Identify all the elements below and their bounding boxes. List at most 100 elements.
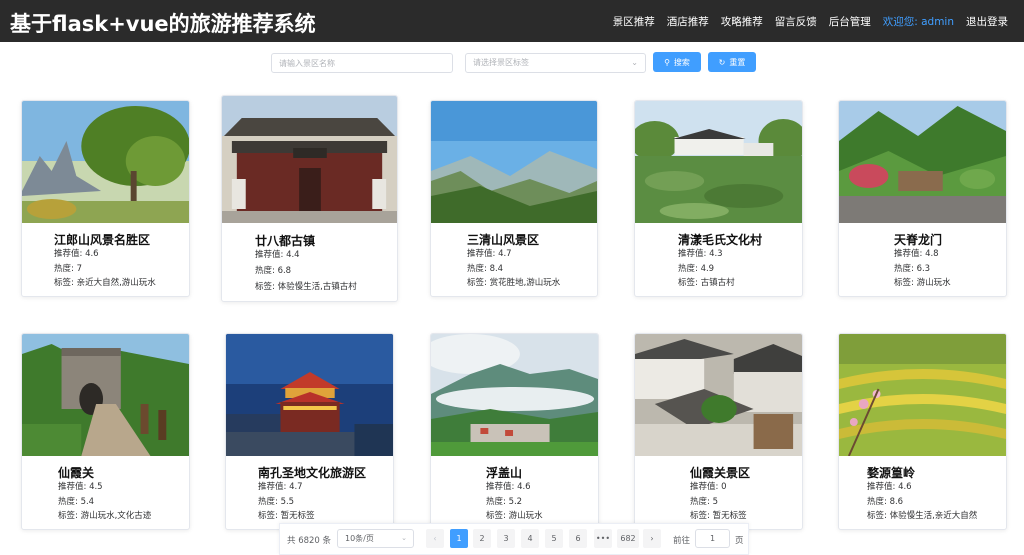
- refresh-icon: ↻: [718, 57, 726, 67]
- scenic-card[interactable]: 清漾毛氏文化村 推荐值: 4.3 热度: 4.9 标签: 古镇古村: [634, 100, 803, 297]
- search-icon: ⚲: [664, 57, 670, 67]
- reset-button-label: 重置: [729, 57, 746, 67]
- search-button-label: 搜索: [673, 57, 690, 67]
- scenic-rating: 推荐值: 4.8: [894, 249, 939, 259]
- nav-hotel[interactable]: 酒店推荐: [667, 14, 709, 29]
- pagination-total: 共 6820 条: [287, 536, 332, 546]
- scenic-card[interactable]: 婺源篁岭 推荐值: 4.6 热度: 8.6 标签: 体验慢生活,亲近大自然: [838, 333, 1007, 530]
- scenic-heat: 热度: 5: [690, 497, 718, 507]
- scenic-heat: 热度: 5.5: [258, 497, 295, 507]
- scenic-heat: 热度: 4.9: [678, 264, 715, 274]
- page-3[interactable]: 3: [497, 529, 515, 548]
- scenic-tags: 标签: 古镇古村: [678, 278, 735, 288]
- scenic-tags: 标签: 亲近大自然,游山玩水: [54, 278, 156, 288]
- scenic-rating: 推荐值: 4.4: [255, 250, 300, 260]
- scenic-name: 天脊龙门: [894, 233, 943, 247]
- scenic-heat: 热度: 6.3: [894, 264, 931, 274]
- scenic-heat: 热度: 8.6: [867, 497, 904, 507]
- nav-feedback[interactable]: 留言反馈: [775, 14, 817, 29]
- scenic-tags: 标签: 体验慢生活,古镇古村: [255, 282, 357, 292]
- scenic-name: 南孔圣地文化旅游区: [258, 466, 367, 480]
- scenic-rating: 推荐值: 4.6: [867, 482, 912, 492]
- scenic-heat: 热度: 6.8: [255, 266, 292, 276]
- scenic-name: 浮盖山: [486, 466, 523, 480]
- scenic-photo: [635, 334, 802, 456]
- page-ellipsis[interactable]: •••: [594, 529, 612, 548]
- scenic-photo: [839, 334, 1006, 456]
- scenic-tags: 标签: 游山玩水,文化古迹: [58, 511, 152, 521]
- scenic-tags: 标签: 暂无标签: [690, 511, 747, 521]
- scenic-heat: 热度: 7: [54, 264, 82, 274]
- page-jump-input[interactable]: 1: [695, 529, 730, 548]
- scenic-name: 清漾毛氏文化村: [678, 233, 763, 247]
- scenic-rating: 推荐值: 0: [690, 482, 727, 492]
- scenic-photo: [839, 101, 1006, 223]
- search-button[interactable]: ⚲ 搜索: [653, 52, 701, 72]
- goto-label: 前往: [673, 536, 691, 546]
- scenic-name: 江郎山风景名胜区: [54, 233, 151, 247]
- scenic-tags: 标签: 游山玩水: [486, 511, 543, 521]
- prev-page-button[interactable]: ‹: [426, 529, 444, 548]
- main-nav: 景区推荐 酒店推荐 攻略推荐 留言反馈 后台管理 欢迎您: admin 退出登录: [601, 0, 1008, 42]
- scenic-card[interactable]: 仙霞关景区 推荐值: 0 热度: 5 标签: 暂无标签: [634, 333, 803, 530]
- chevron-down-icon: ⌄: [631, 58, 638, 67]
- search-bar: 请选择景区标签 ⌄ ⚲ 搜索 ↻ 重置: [0, 52, 1024, 73]
- page-unit-label: 页: [735, 536, 744, 546]
- page-5[interactable]: 5: [545, 529, 563, 548]
- logout-link[interactable]: 退出登录: [966, 14, 1008, 29]
- scenic-photo: [22, 101, 189, 223]
- scenic-tags: 标签: 体验慢生活,亲近大自然: [867, 511, 978, 521]
- chevron-left-icon: ‹: [433, 534, 437, 543]
- scenic-heat: 热度: 8.4: [467, 264, 504, 274]
- scenic-tags: 标签: 游山玩水: [894, 278, 951, 288]
- scenic-tag-placeholder: 请选择景区标签: [473, 58, 529, 67]
- page-2[interactable]: 2: [473, 529, 491, 548]
- scenic-card[interactable]: 江郎山风景名胜区 推荐值: 4.6 热度: 7 标签: 亲近大自然,游山玩水: [21, 100, 190, 297]
- page-size-value: 10条/页: [345, 534, 374, 543]
- scenic-photo: [226, 334, 393, 456]
- scenic-tags: 标签: 赏花胜地,游山玩水: [467, 278, 561, 288]
- scenic-name: 仙霞关景区: [690, 466, 751, 480]
- next-page-button[interactable]: ›: [643, 529, 661, 548]
- page-6[interactable]: 6: [569, 529, 587, 548]
- scenic-name: 婺源篁岭: [867, 466, 916, 480]
- scenic-rating: 推荐值: 4.5: [58, 482, 103, 492]
- nav-guide[interactable]: 攻略推荐: [721, 14, 763, 29]
- pagination: 共 6820 条 10条/页 ⌄ ‹ 1 2 3 4 5 6 ••• 682 ›…: [279, 523, 749, 555]
- scenic-card[interactable]: 三清山风景区 推荐值: 4.7 热度: 8.4 标签: 赏花胜地,游山玩水: [430, 100, 598, 297]
- page-1[interactable]: 1: [450, 529, 468, 548]
- scenic-name: 三清山风景区: [467, 233, 540, 247]
- scenic-heat: 热度: 5.2: [486, 497, 523, 507]
- scenic-rating: 推荐值: 4.3: [678, 249, 723, 259]
- scenic-photo: [431, 334, 598, 456]
- scenic-name-input[interactable]: [271, 53, 453, 73]
- scenic-rating: 推荐值: 4.7: [467, 249, 512, 259]
- scenic-name: 仙霞关: [58, 466, 95, 480]
- welcome-user: 欢迎您: admin: [882, 15, 954, 28]
- scenic-card[interactable]: 天脊龙门 推荐值: 4.8 热度: 6.3 标签: 游山玩水: [838, 100, 1007, 297]
- page-size-select[interactable]: 10条/页 ⌄: [337, 529, 414, 548]
- scenic-photo: [431, 101, 597, 223]
- nav-admin[interactable]: 后台管理: [829, 14, 871, 29]
- scenic-card[interactable]: 浮盖山 推荐值: 4.6 热度: 5.2 标签: 游山玩水: [430, 333, 599, 530]
- scenic-photo: [222, 96, 397, 223]
- scenic-rating: 推荐值: 4.6: [486, 482, 531, 492]
- nav-scenic[interactable]: 景区推荐: [613, 14, 655, 29]
- page-4[interactable]: 4: [521, 529, 539, 548]
- chevron-down-icon: ⌄: [401, 534, 407, 542]
- scenic-heat: 热度: 5.4: [58, 497, 95, 507]
- page-last[interactable]: 682: [617, 529, 639, 548]
- chevron-right-icon: ›: [650, 534, 654, 543]
- scenic-photo: [635, 101, 802, 223]
- scenic-rating: 推荐值: 4.7: [258, 482, 303, 492]
- scenic-tags: 标签: 暂无标签: [258, 511, 315, 521]
- scenic-tag-select[interactable]: 请选择景区标签 ⌄: [465, 53, 646, 73]
- scenic-card[interactable]: 廿八都古镇 推荐值: 4.4 热度: 6.8 标签: 体验慢生活,古镇古村: [221, 95, 398, 302]
- scenic-name: 廿八都古镇: [255, 234, 316, 248]
- reset-button[interactable]: ↻ 重置: [708, 52, 756, 72]
- top-navbar: 基于flask+vue的旅游推荐系统 景区推荐 酒店推荐 攻略推荐 留言反馈 后…: [0, 0, 1024, 42]
- scenic-card[interactable]: 南孔圣地文化旅游区 推荐值: 4.7 热度: 5.5 标签: 暂无标签: [225, 333, 394, 530]
- site-title: 基于flask+vue的旅游推荐系统: [10, 12, 316, 36]
- scenic-photo: [22, 334, 189, 456]
- scenic-card[interactable]: 仙霞关 推荐值: 4.5 热度: 5.4 标签: 游山玩水,文化古迹: [21, 333, 190, 530]
